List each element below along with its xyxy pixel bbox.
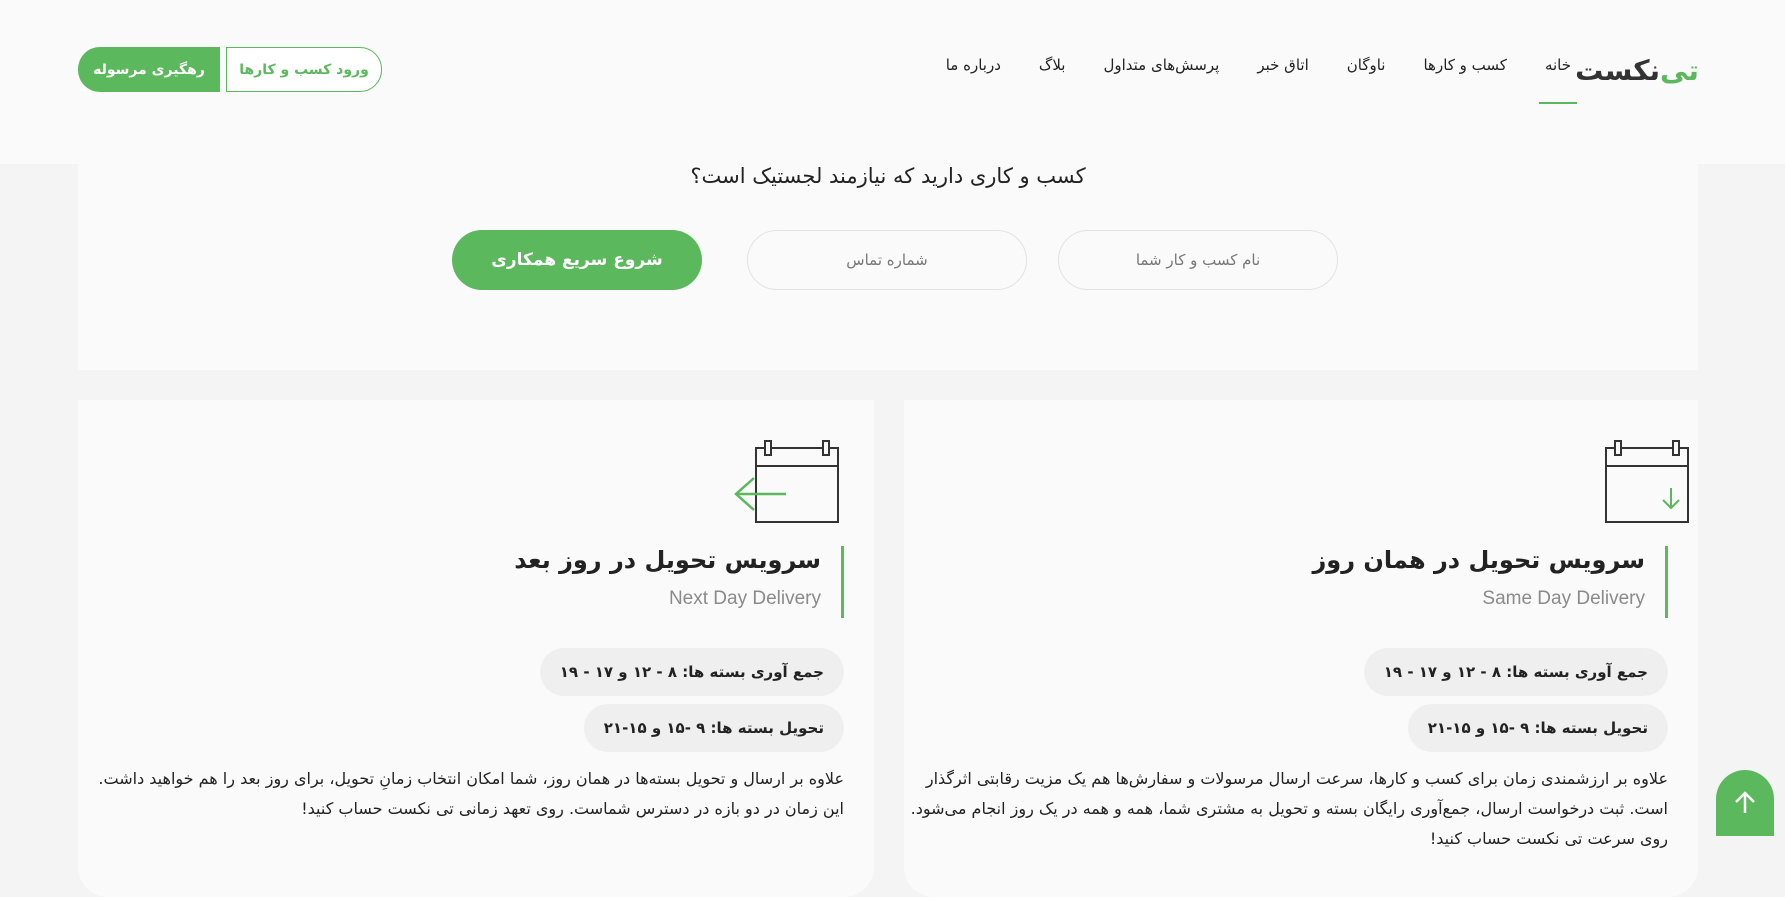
phone-number-input[interactable]	[747, 230, 1027, 290]
logo-text: نکست	[1575, 53, 1661, 87]
delivery-hours-badge: تحویل بسته ها: ۹ -۱۵ و ۱۵-۲۱	[583, 704, 844, 752]
arrow-up-icon	[1735, 791, 1755, 813]
service-description: علاوه بر ارزشمندی زمان برای کسب و کارها،…	[910, 769, 1668, 848]
service-title: سرویس تحویل در روز بعد	[514, 546, 821, 574]
calendar-down-arrow-icon	[1605, 440, 1689, 523]
service-heading: سرویس تحویل در همان روز Same Day Deliver…	[1312, 546, 1668, 618]
service-subtitle: Same Day Delivery	[1482, 588, 1645, 609]
lead-question: کسب و کاری دارید که نیازمند لجستیک است؟	[690, 164, 1086, 188]
track-shipment-button[interactable]: رهگیری مرسوله	[78, 47, 220, 92]
quick-start-button[interactable]: شروع سریع همکاری	[452, 230, 702, 290]
business-name-input[interactable]	[1058, 230, 1338, 290]
nav-item-blog[interactable]: بلاگ	[1039, 52, 1066, 78]
site-logo[interactable]: تی نکست	[1575, 50, 1699, 90]
service-subtitle: Next Day Delivery	[668, 588, 821, 609]
service-card-same-day: سرویس تحویل در همان روز Same Day Deliver…	[904, 400, 1698, 897]
nav-item-newsroom[interactable]: اتاق خبر	[1257, 52, 1308, 78]
nav-item-businesses[interactable]: کسب و کارها	[1423, 52, 1506, 78]
calendar-left-arrow-icon	[734, 440, 839, 523]
lead-form-panel: کسب و کاری دارید که نیازمند لجستیک است؟ …	[78, 164, 1698, 370]
site-header: تی نکست خانه کسب و کارها ناوگان اتاق خبر…	[0, 0, 1785, 164]
pickup-hours-badge: جمع آوری بسته ها: ۸ - ۱۲ و ۱۷ - ۱۹	[1363, 648, 1668, 696]
service-description: علاوه بر ارسال و تحویل بسته‌ها در همان ر…	[98, 769, 844, 818]
main-nav: خانه کسب و کارها ناوگان اتاق خبر پرسش‌ها…	[908, 52, 1578, 104]
scroll-to-top-button[interactable]	[1716, 770, 1774, 836]
nav-item-faq[interactable]: پرسش‌های متداول	[1103, 52, 1219, 78]
service-card-next-day: سرویس تحویل در روز بعد Next Day Delivery…	[78, 400, 874, 897]
business-login-button[interactable]: ورود کسب و کارها	[226, 47, 382, 92]
pickup-hours-badge: جمع آوری بسته ها: ۸ - ۱۲ و ۱۷ - ۱۹	[539, 648, 844, 696]
service-heading: سرویس تحویل در روز بعد Next Day Delivery	[514, 546, 844, 618]
logo-mark: تی	[1660, 53, 1699, 87]
nav-item-about[interactable]: درباره ما	[946, 52, 1001, 78]
nav-item-fleet[interactable]: ناوگان	[1347, 52, 1386, 78]
service-title: سرویس تحویل در همان روز	[1312, 546, 1645, 574]
nav-item-home[interactable]: خانه	[1538, 52, 1578, 104]
delivery-hours-badge: تحویل بسته ها: ۹ -۱۵ و ۱۵-۲۱	[1407, 704, 1668, 752]
